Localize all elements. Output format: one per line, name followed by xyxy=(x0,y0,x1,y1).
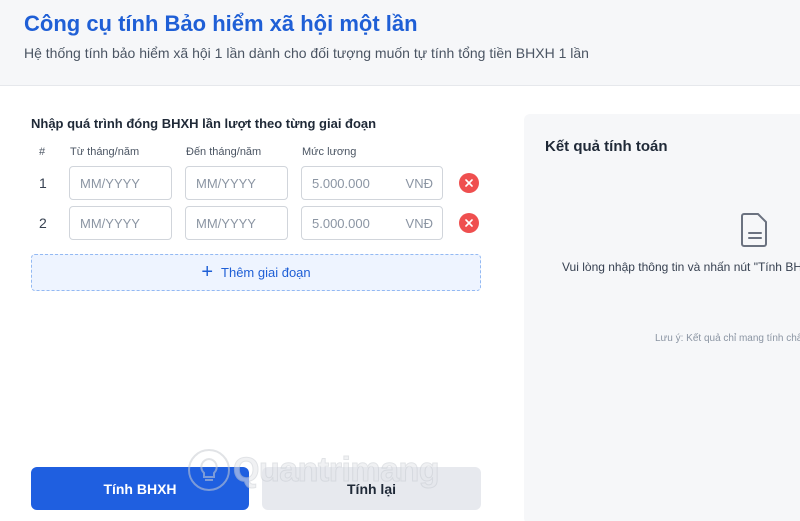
from-date-field xyxy=(69,206,172,240)
page-header: Công cụ tính Bảo hiểm xã hội một lần Hệ … xyxy=(0,0,800,86)
to-date-input[interactable] xyxy=(186,167,287,199)
add-period-button[interactable]: + Thêm giai đoạn xyxy=(31,254,481,291)
from-date-field xyxy=(69,166,172,200)
close-icon xyxy=(465,179,473,187)
period-row: 2 VNĐ xyxy=(0,206,510,240)
to-date-field xyxy=(185,206,288,240)
column-header-number: # xyxy=(39,146,46,158)
calculate-button[interactable]: Tính BHXH xyxy=(31,467,249,510)
plus-icon: + xyxy=(201,260,214,283)
currency-unit: VNĐ xyxy=(405,176,433,191)
result-note: Lưu ý: Kết quả chỉ mang tính chất tham k… xyxy=(655,333,800,344)
reset-button[interactable]: Tính lại xyxy=(262,467,481,510)
currency-unit: VNĐ xyxy=(405,216,433,231)
page-subtitle: Hệ thống tính bảo hiểm xã hội 1 lần dành… xyxy=(24,45,589,61)
result-title: Kết quả tính toán xyxy=(545,138,668,155)
column-header-from: Từ tháng/năm xyxy=(70,146,140,158)
to-date-input[interactable] xyxy=(186,207,287,239)
result-hint: Vui lòng nhập thông tin và nhấn nút "Tín… xyxy=(562,260,800,274)
close-icon xyxy=(465,219,473,227)
input-form: Nhập quá trình đóng BHXH lần lượt theo t… xyxy=(0,86,510,521)
column-header-salary: Mức lương xyxy=(302,146,357,158)
remove-row-button[interactable] xyxy=(459,213,479,233)
row-number: 2 xyxy=(39,215,47,231)
row-number: 1 xyxy=(39,175,47,191)
period-row: 1 VNĐ xyxy=(0,166,510,200)
result-panel: Kết quả tính toán Vui lòng nhập thông ti… xyxy=(524,114,800,521)
remove-row-button[interactable] xyxy=(459,173,479,193)
section-label: Nhập quá trình đóng BHXH lần lượt theo t… xyxy=(31,116,377,131)
document-icon xyxy=(741,213,767,247)
add-period-label: Thêm giai đoạn xyxy=(221,265,311,280)
from-date-input[interactable] xyxy=(70,167,171,199)
salary-field: VNĐ xyxy=(301,166,443,200)
from-date-input[interactable] xyxy=(70,207,171,239)
page-title: Công cụ tính Bảo hiểm xã hội một lần xyxy=(24,11,418,36)
salary-field: VNĐ xyxy=(301,206,443,240)
column-header-to: Đến tháng/năm xyxy=(186,146,262,158)
to-date-field xyxy=(185,166,288,200)
